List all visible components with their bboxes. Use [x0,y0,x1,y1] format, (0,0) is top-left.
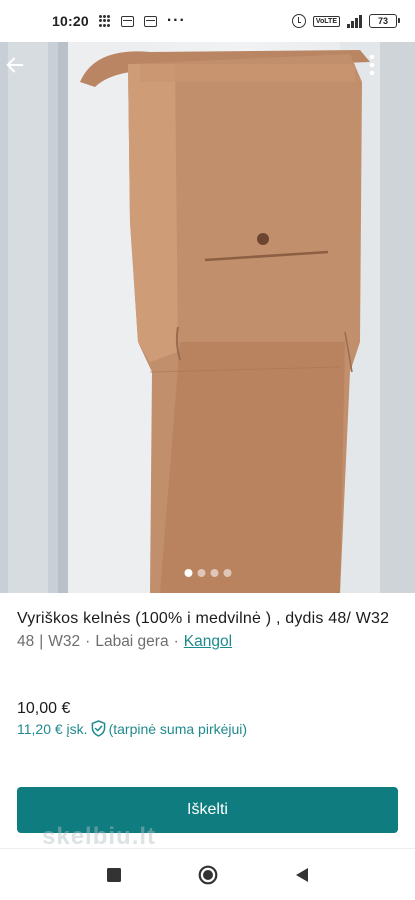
notification-icon-2 [143,15,157,27]
alarm-icon [291,14,306,28]
volte-icon: VoLTE [312,15,340,27]
page-dot-3[interactable] [210,569,218,577]
size-separator: | [39,633,44,650]
more-vertical-icon [369,54,375,76]
image-pagination [184,569,231,577]
product-image-gallery[interactable] [0,42,415,593]
app-grid-icon [98,15,111,27]
meta-dot: · [85,633,91,650]
listing-waist: W32 [48,633,81,650]
listing-meta: 48 | W32 · Labai gera · Kangol [17,633,402,651]
triangle-back-icon [295,867,308,882]
notification-icon [120,15,134,27]
price: 10,00 € [17,700,71,717]
brand-link[interactable]: Kangol [184,633,232,651]
page-dot-2[interactable] [197,569,205,577]
page-dot-1[interactable] [184,569,192,577]
arrow-left-icon [6,57,24,73]
listing-condition: Labai gera [95,633,169,650]
home-button[interactable] [196,863,220,887]
system-nav-bar [0,848,415,900]
price-incl-value: 11,20 € įsk. [17,720,88,737]
product-photo [0,42,415,593]
shield-check-icon [91,720,105,737]
listing-title: Vyriškos kelnės (100% i medvilnė ) , dyd… [17,610,390,627]
watermark: skelbiu.lt [42,823,157,850]
more-options-button[interactable] [369,54,409,94]
more-notifications-icon: ··· [166,12,186,29]
battery-indicator: 73 [369,14,400,28]
meta-dot-2: · [173,633,179,650]
listing-size: 48 [17,633,35,650]
status-time: 10:20 [52,13,89,29]
square-icon [106,867,121,882]
buyer-protection-note: (tarpinė suma pirkėjui) [108,720,248,737]
status-bar: 10:20 ··· VoLTE 73 [0,0,415,42]
page-dot-4[interactable] [223,569,231,577]
circle-icon [198,865,217,884]
recents-button[interactable] [102,863,126,887]
signal-icon [347,14,362,28]
nav-back-button[interactable] [290,863,314,887]
back-button[interactable] [4,54,44,94]
price-with-protection[interactable]: 11,20 € įsk. (tarpinė suma pirkėjui) [17,720,247,737]
listing-info: Vyriškos kelnės (100% i medvilnė ) , dyd… [17,608,402,651]
